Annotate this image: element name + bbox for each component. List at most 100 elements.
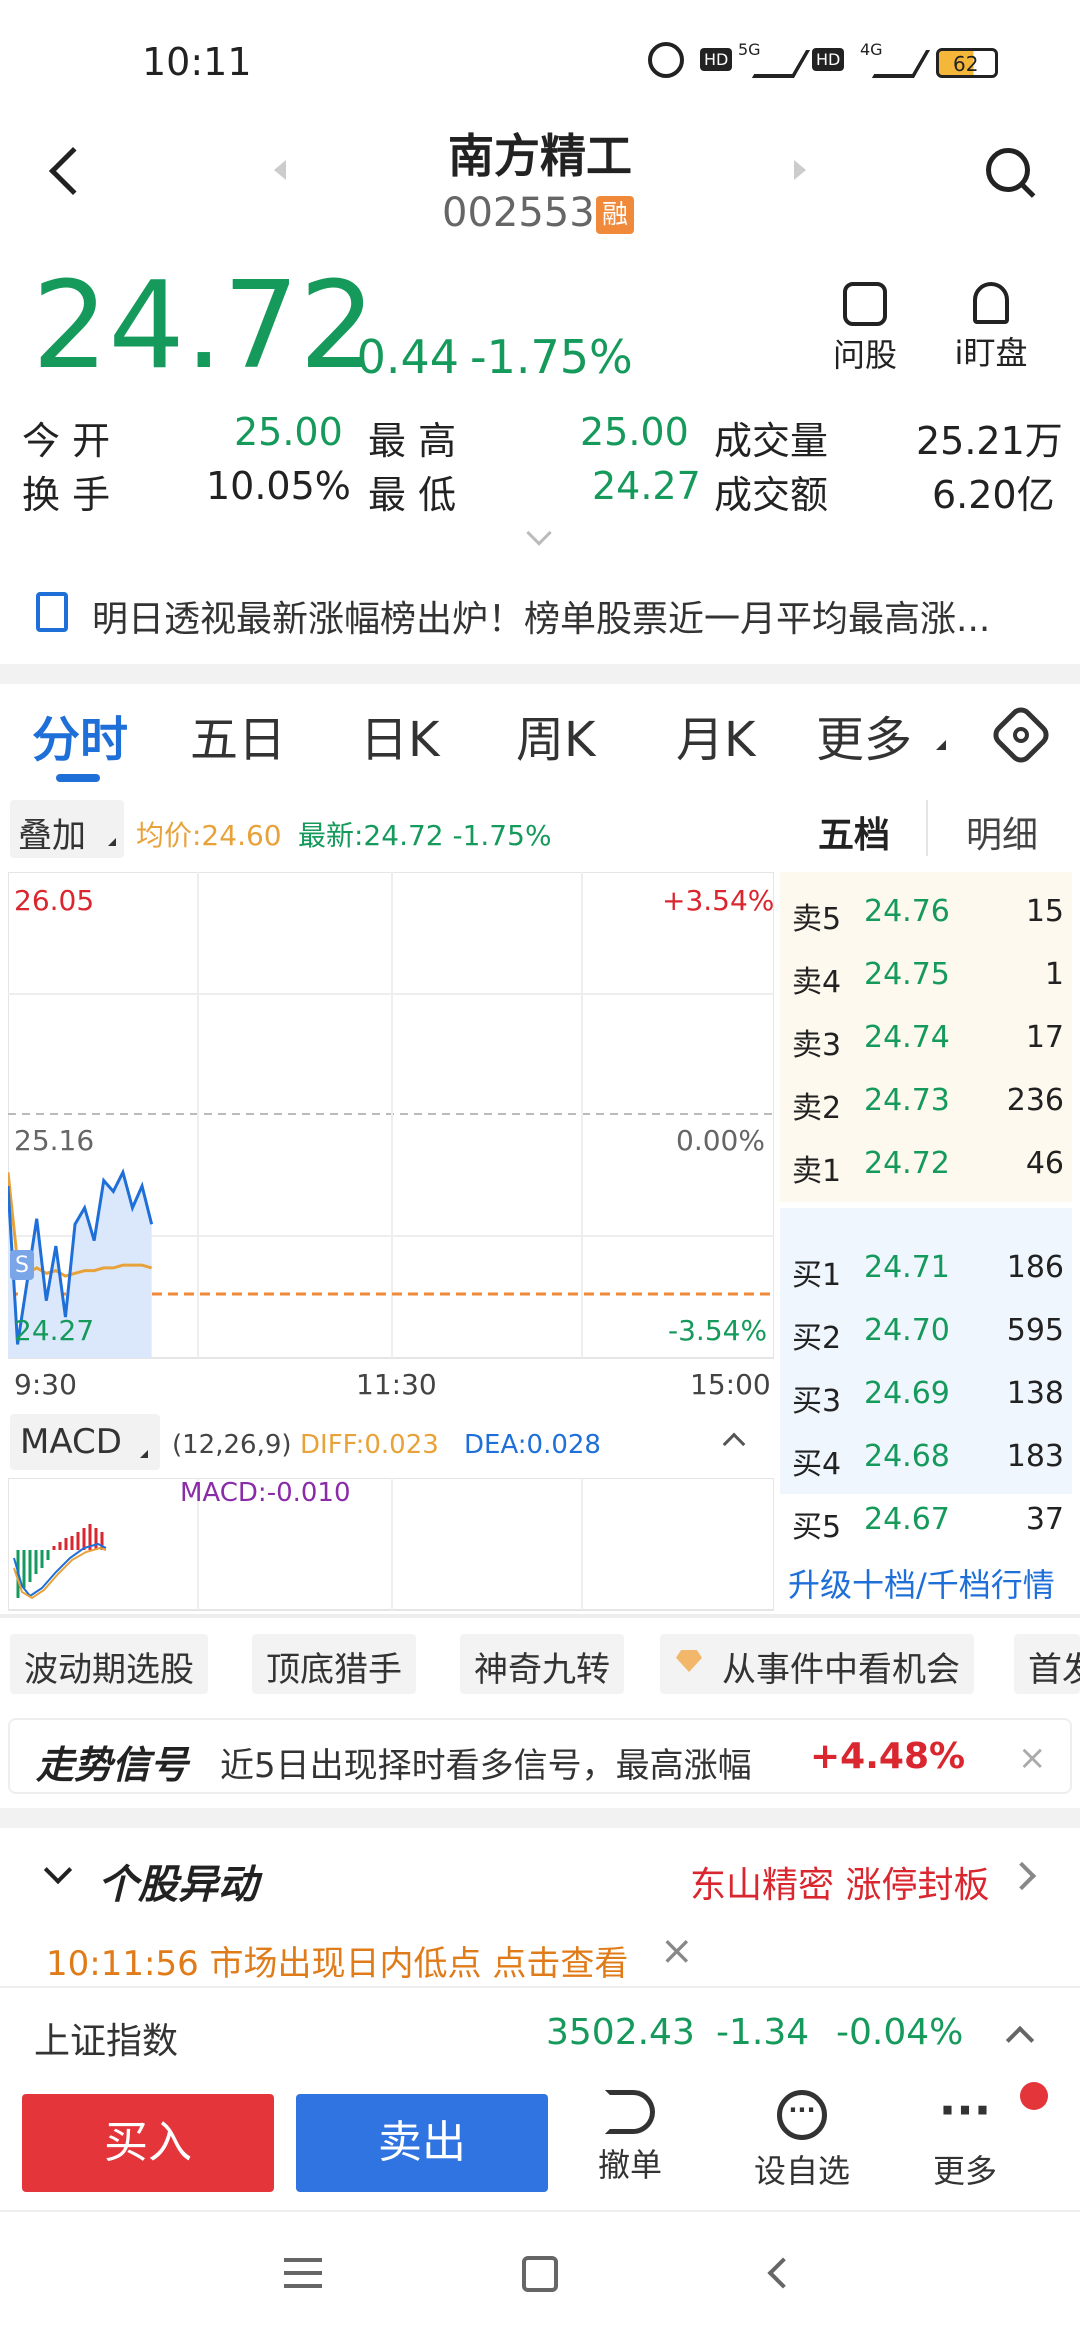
- signal-value: +4.48%: [810, 1736, 966, 1777]
- search-icon[interactable]: [986, 148, 1036, 198]
- chip-volatility-picker[interactable]: 波动期选股: [10, 1634, 208, 1694]
- buy-button[interactable]: 买入: [22, 2094, 274, 2192]
- movement-alert[interactable]: 10:11:56 市场出现日内低点 点击查看: [46, 1936, 628, 1985]
- watch-button[interactable]: i盯盘: [946, 282, 1036, 378]
- signal-title: 走势信号: [36, 1743, 189, 1787]
- notification-dot: [1020, 2082, 1048, 2110]
- chip-event-opportunity[interactable]: 从事件中看机会: [660, 1634, 974, 1694]
- ask-stock-button[interactable]: 问股: [830, 282, 900, 378]
- dropdown-triangle-icon: [108, 838, 116, 846]
- ask-stock-label: 问股: [832, 336, 897, 374]
- settings-icon[interactable]: [988, 702, 1054, 768]
- bid-row: 买5 24.67 37: [780, 1494, 1070, 1550]
- x-axis-mid: 11:30: [356, 1368, 437, 1401]
- sell-button[interactable]: 卖出: [296, 2094, 548, 2192]
- cancel-order-button[interactable]: 撤单: [590, 2090, 670, 2186]
- bid-price: 24.71: [864, 1250, 950, 1285]
- more-button[interactable]: ··· 更多: [918, 2083, 1012, 2192]
- dropdown-triangle-icon: [936, 740, 946, 750]
- tab-weekly-k[interactable]: 周K: [516, 700, 595, 770]
- buy-label: 买入: [104, 2117, 192, 2168]
- bid-price: 24.67: [864, 1502, 950, 1537]
- index-value: 3502.43: [546, 2012, 695, 2053]
- ask-volume: 236: [1006, 1083, 1064, 1118]
- menu-icon[interactable]: [284, 2258, 322, 2288]
- tab-details[interactable]: 明细: [966, 806, 1038, 858]
- ask-label: 卖2: [792, 1091, 842, 1126]
- stat-label: 今 开: [22, 419, 111, 463]
- chevron-right-icon[interactable]: [1007, 1861, 1037, 1891]
- margin-badge: 融: [596, 196, 634, 234]
- undo-icon: [605, 2090, 655, 2134]
- back-nav-icon[interactable]: [767, 2257, 799, 2289]
- macd-value: MACD:-0.010: [180, 1478, 351, 1508]
- latest-price-label: 最新:24.72 -1.75%: [298, 819, 552, 852]
- overlay-button[interactable]: 叠加: [10, 800, 124, 858]
- ask-row: 卖2 24.73 236: [780, 1075, 1070, 1131]
- ask-price: 24.76: [864, 894, 950, 929]
- news-banner[interactable]: 明日透视最新涨幅榜出炉！榜单股票近一月平均最高涨...: [0, 572, 1080, 652]
- stat-label: 最 低: [368, 473, 457, 517]
- ask-volume: 17: [1025, 1020, 1064, 1055]
- tab-daily-k[interactable]: 日K: [360, 700, 439, 770]
- order-book: 卖5 24.76 15 卖4 24.75 1 卖3 24.74 17 卖2 24.73 236 …: [780, 872, 1072, 1612]
- stat-label: 成交量: [714, 419, 829, 463]
- home-icon[interactable]: [522, 2256, 558, 2292]
- signal-banner[interactable]: 走势信号 近5日出现择时看多信号，最高涨幅 +4.48% ×: [8, 1718, 1072, 1794]
- active-tab-indicator: [56, 774, 100, 782]
- expand-up-icon[interactable]: [1005, 2025, 1035, 2055]
- dropdown-triangle-icon: [140, 1450, 148, 1458]
- stat-value: 25.00: [234, 410, 343, 454]
- pct-axis-bottom: -3.54%: [668, 1314, 768, 1347]
- y-axis-bottom: 24.27: [14, 1314, 95, 1347]
- tab-monthly-k[interactable]: 月K: [676, 700, 755, 770]
- signal-icon-1: [751, 50, 811, 78]
- next-stock-icon[interactable]: [794, 160, 806, 180]
- bid-price: 24.69: [864, 1376, 950, 1411]
- hd-badge-2: HD: [812, 48, 845, 71]
- movement-related[interactable]: 东山精密 涨停封板: [690, 1856, 989, 1908]
- battery-icon: 62: [936, 48, 998, 78]
- chip-label: 从事件中看机会: [722, 1650, 960, 1690]
- more-dots-icon: ···: [938, 2083, 992, 2137]
- tab-intraday[interactable]: 分时: [32, 700, 128, 770]
- add-favorite-button[interactable]: ··· 设自选: [750, 2090, 854, 2192]
- stat-value: 25.21万: [916, 419, 1063, 463]
- stock-name: 南方精工: [448, 129, 632, 183]
- bid-label: 买1: [792, 1258, 842, 1293]
- ask-price: 24.72: [864, 1146, 950, 1181]
- macd-selector[interactable]: MACD: [10, 1414, 160, 1470]
- sell-label: 卖出: [378, 2117, 466, 2168]
- ask-label: 卖1: [792, 1154, 842, 1189]
- collapse-chevron-icon[interactable]: [43, 1855, 73, 1885]
- chip-first-release[interactable]: 首发: [1014, 1634, 1080, 1694]
- x-axis-start: 9:30: [14, 1368, 77, 1401]
- collapse-icon[interactable]: [722, 1432, 746, 1456]
- document-icon: [36, 592, 68, 632]
- bid-volume: 186: [1006, 1250, 1064, 1285]
- chip-magic-nine[interactable]: 神奇九转: [460, 1634, 624, 1694]
- stock-code: 002553: [442, 190, 595, 236]
- close-icon[interactable]: ×: [1018, 1738, 1047, 1778]
- ask-volume: 46: [1025, 1146, 1064, 1181]
- tab-five-levels[interactable]: 五档: [818, 806, 890, 858]
- stat-value: 25.00: [580, 410, 689, 454]
- y-axis-top: 26.05: [14, 884, 95, 917]
- price-change-pct: -1.75%: [470, 330, 633, 384]
- chip-top-bottom-hunter[interactable]: 顶底猎手: [252, 1634, 416, 1694]
- macd-dea: DEA:0.028: [464, 1430, 601, 1460]
- tab-five-day[interactable]: 五日: [190, 700, 286, 770]
- intraday-chart[interactable]: S: [8, 872, 774, 1360]
- robot-icon: [843, 282, 887, 326]
- bid-label: 买4: [792, 1447, 842, 1482]
- expand-chevron-icon[interactable]: [526, 520, 552, 546]
- upgrade-level2-link[interactable]: 升级十档/千档行情: [788, 1560, 1055, 1606]
- chat-icon: ···: [777, 2090, 827, 2140]
- tab-more[interactable]: 更多: [816, 700, 912, 770]
- network-4g: 4G: [860, 40, 883, 59]
- stat-label: 换 手: [22, 473, 111, 517]
- dismiss-icon[interactable]: ×: [660, 1928, 694, 1974]
- news-text: 明日透视最新涨幅榜出炉！榜单股票近一月平均最高涨...: [92, 599, 991, 640]
- pct-axis-mid: 0.00%: [676, 1124, 765, 1157]
- more-label: 更多: [932, 2152, 997, 2190]
